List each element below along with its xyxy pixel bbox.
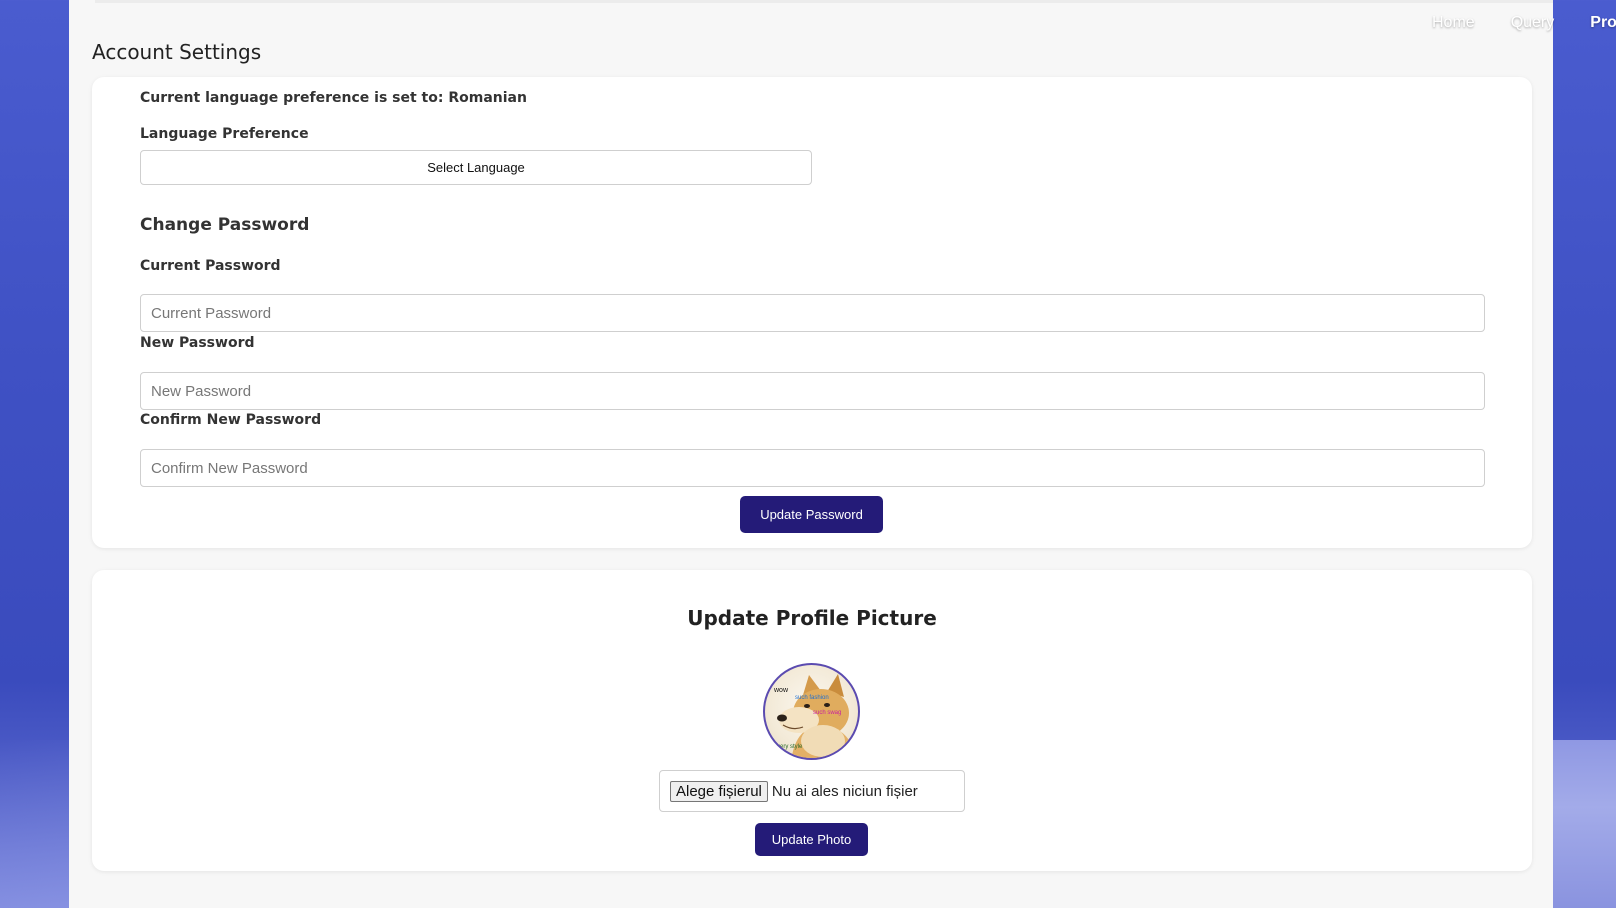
language-select[interactable]: Select Language — [140, 150, 812, 185]
profile-picture-card: Update Profile Picture wow such fashion … — [92, 570, 1532, 871]
meme-text-swag: such swag — [813, 710, 841, 716]
doge-avatar-image: wow such fashion such swag very style — [773, 674, 857, 758]
change-password-title: Change Password — [140, 215, 310, 235]
avatar: wow such fashion such swag very style — [763, 663, 860, 760]
confirm-password-label: Confirm New Password — [140, 412, 322, 428]
top-nav: Home Query Pro — [1432, 14, 1616, 40]
new-password-label: New Password — [140, 335, 255, 351]
file-status-text: Nu ai ales niciun fișier — [771, 782, 918, 800]
update-photo-button[interactable]: Update Photo — [755, 823, 868, 856]
current-password-label: Current Password — [140, 258, 281, 274]
file-input[interactable]: Alege fișierul Nu ai ales niciun fișier — [659, 770, 965, 812]
background-wave-right — [1553, 740, 1616, 908]
current-password-input[interactable] — [140, 294, 1485, 332]
choose-file-button[interactable]: Alege fișierul — [670, 780, 768, 802]
account-settings-card: Current language preference is set to: R… — [92, 77, 1532, 548]
new-password-input[interactable] — [140, 372, 1485, 410]
page-title: Account Settings — [92, 40, 262, 64]
meme-text-style: very style — [777, 744, 803, 750]
profile-picture-title: Update Profile Picture — [687, 606, 937, 630]
current-language-text: Current language preference is set to: R… — [140, 90, 527, 106]
language-preference-label: Language Preference — [140, 126, 309, 142]
update-password-button[interactable]: Update Password — [740, 496, 883, 533]
nav-home-link[interactable]: Home — [1432, 14, 1475, 40]
nav-profile-link[interactable]: Pro — [1590, 14, 1616, 40]
meme-text-wow: wow — [773, 687, 789, 694]
top-strip — [95, 0, 1553, 3]
nav-query-link[interactable]: Query — [1511, 14, 1555, 40]
confirm-password-input[interactable] — [140, 449, 1485, 487]
meme-text-fashion: such fashion — [795, 695, 829, 701]
